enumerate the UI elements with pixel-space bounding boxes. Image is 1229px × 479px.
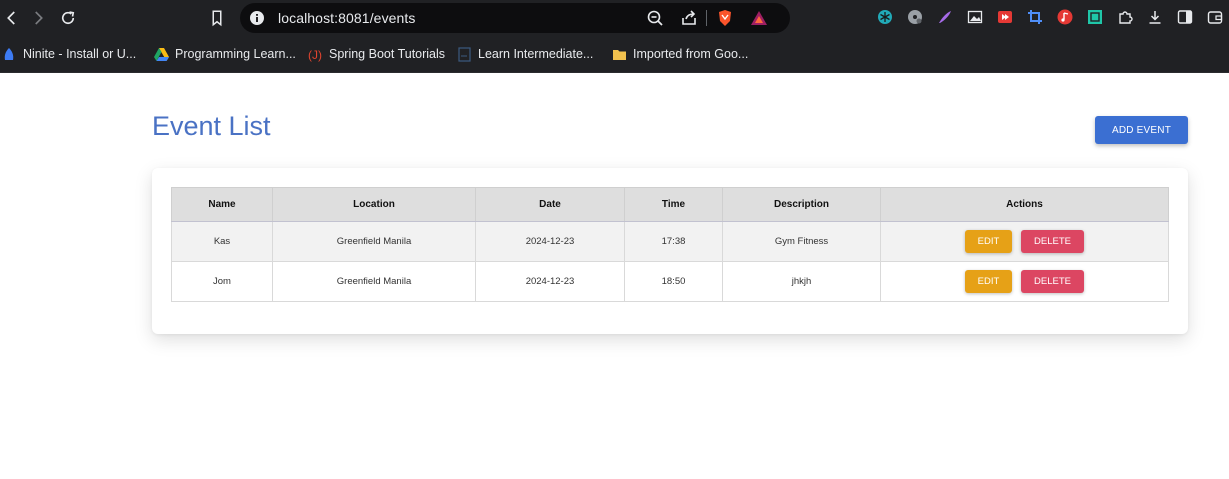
cell-location: Greenfield Manila: [272, 261, 476, 302]
extension-image-icon[interactable]: [966, 8, 984, 26]
events-table: Name Location Date Time Description Acti…: [171, 187, 1169, 302]
extension-crop-icon[interactable]: [1026, 8, 1044, 26]
bookmark-item-learn[interactable]: Learn Intermediate...: [457, 45, 593, 63]
google-drive-icon: [154, 47, 169, 62]
cell-date: 2024-12-23: [475, 221, 625, 262]
cell-time: 17:38: [624, 221, 723, 262]
reload-icon[interactable]: [56, 6, 80, 30]
column-header-actions: Actions: [880, 187, 1169, 222]
site-info-icon[interactable]: [248, 9, 266, 27]
events-card: Name Location Date Time Description Acti…: [152, 168, 1188, 334]
share-icon[interactable]: [680, 9, 698, 27]
extension-snowflake-icon[interactable]: [876, 8, 894, 26]
column-header-location: Location: [272, 187, 476, 222]
bookmarks-bar: Ninite - Install or U... Programming Lea…: [0, 36, 1229, 73]
cell-name: Kas: [171, 221, 273, 262]
bookmark-item-programming[interactable]: Programming Learn...: [154, 45, 296, 63]
browser-toolbar: localhost:8081/events: [0, 0, 1229, 36]
extension-feather-icon[interactable]: [936, 8, 954, 26]
column-header-name: Name: [171, 187, 273, 222]
download-icon[interactable]: [1146, 8, 1164, 26]
add-event-button[interactable]: ADD EVENT: [1095, 116, 1188, 144]
bookmark-item-ninite[interactable]: Ninite - Install or U...: [2, 45, 136, 63]
delete-button[interactable]: DELETE: [1021, 230, 1084, 253]
svg-text:(J): (J): [308, 48, 322, 62]
zoom-icon[interactable]: [646, 9, 664, 27]
address-bar[interactable]: localhost:8081/events: [240, 3, 790, 33]
brave-rewards-icon[interactable]: [750, 9, 768, 27]
edit-button[interactable]: EDIT: [965, 230, 1012, 253]
bookmark-item-imported[interactable]: Imported from Goo...: [612, 45, 748, 63]
edit-button[interactable]: EDIT: [965, 270, 1012, 293]
cell-name: Jom: [171, 261, 273, 302]
sidebar-icon[interactable]: [1176, 8, 1194, 26]
brave-shields-icon[interactable]: [716, 9, 734, 27]
forward-icon[interactable]: [26, 6, 50, 30]
extension-disk-icon[interactable]: [906, 8, 924, 26]
extension-music-icon[interactable]: [1056, 8, 1074, 26]
javatpoint-icon: (J): [308, 47, 323, 62]
cell-description: jhkjh: [722, 261, 881, 302]
back-icon[interactable]: [0, 6, 24, 30]
extension-grid-icon[interactable]: [1086, 8, 1104, 26]
page-title: Event List: [152, 111, 271, 141]
cell-date: 2024-12-23: [475, 261, 625, 302]
table-row: Kas Greenfield Manila 2024-12-23 17:38 G…: [171, 221, 1169, 262]
column-header-date: Date: [475, 187, 625, 222]
cell-actions: EDIT DELETE: [880, 261, 1169, 302]
extensions-puzzle-icon[interactable]: [1116, 8, 1134, 26]
ninite-icon: [2, 47, 17, 62]
cell-description: Gym Fitness: [722, 221, 881, 262]
separator: [706, 10, 707, 26]
column-header-time: Time: [624, 187, 723, 222]
extension-video-icon[interactable]: [996, 8, 1014, 26]
folder-icon: [612, 47, 627, 62]
delete-button[interactable]: DELETE: [1021, 270, 1084, 293]
url-text: localhost:8081/events: [278, 10, 416, 26]
bookmark-item-spring-boot[interactable]: (J) Spring Boot Tutorials: [308, 45, 445, 63]
bookmark-icon[interactable]: [205, 6, 229, 30]
column-header-description: Description: [722, 187, 881, 222]
wallet-icon[interactable]: [1206, 8, 1224, 26]
cell-actions: EDIT DELETE: [880, 221, 1169, 262]
table-header-row: Name Location Date Time Description Acti…: [171, 187, 1169, 222]
table-row: Jom Greenfield Manila 2024-12-23 18:50 j…: [171, 261, 1169, 302]
cell-location: Greenfield Manila: [272, 221, 476, 262]
page-icon: [457, 46, 472, 62]
cell-time: 18:50: [624, 261, 723, 302]
